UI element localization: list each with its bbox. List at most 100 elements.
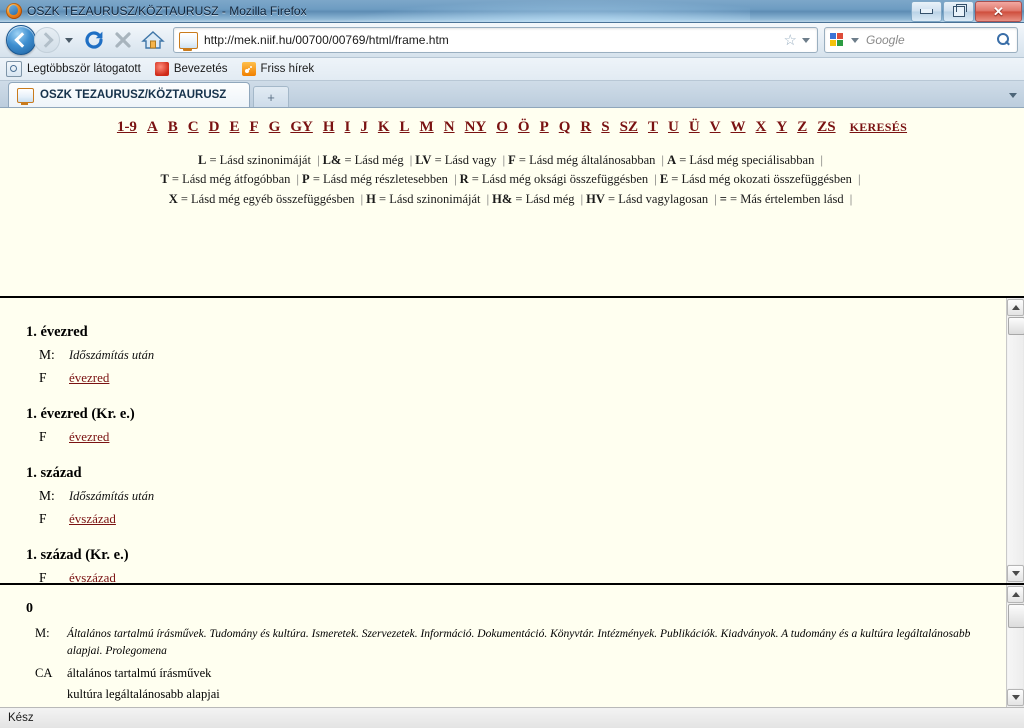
minimize-button[interactable]: [911, 1, 942, 22]
nav-letter-ny[interactable]: NY: [465, 119, 487, 135]
legend-separator: |: [409, 153, 413, 167]
nav-letter-t[interactable]: T: [648, 119, 658, 135]
legend-separator: |: [820, 153, 823, 167]
reload-icon: [85, 31, 103, 49]
detail-frame-scrollbar[interactable]: [1006, 585, 1024, 707]
nav-letter-s[interactable]: S: [601, 119, 609, 135]
relation-legend: L = Lásd szinonimáját | L& = Lásd még | LV…: [0, 151, 1024, 209]
nav-letter-1-9[interactable]: 1-9: [117, 119, 137, 135]
legend-separator: |: [486, 191, 490, 206]
nav-letter-sz[interactable]: SZ: [620, 119, 638, 135]
page-content: 1-9 A B C D E F G GY H I J K L M N NY O Ö P Q R S SZ T U Ü V W X Y Z ZS K…: [0, 108, 1024, 707]
relation-value: évszázad: [69, 570, 116, 583]
nav-letter-r[interactable]: R: [580, 119, 591, 135]
term-entry: 1. évezred (Kr. e.) Févezred: [26, 406, 1006, 445]
relation-code: F: [39, 570, 47, 583]
back-button[interactable]: [6, 25, 36, 55]
scrollbar-track[interactable]: [1008, 604, 1024, 688]
relation-code: F: [39, 370, 47, 385]
site-favicon-icon: [179, 31, 198, 51]
nav-letter-o[interactable]: O: [496, 119, 508, 135]
home-button[interactable]: [141, 29, 165, 51]
legend-text: = Lásd még: [512, 191, 578, 206]
search-bar[interactable]: Google: [824, 27, 1018, 53]
nav-letter-h[interactable]: H: [323, 119, 335, 135]
scrollbar-thumb[interactable]: [1008, 604, 1024, 628]
legend-separator: |: [858, 172, 861, 187]
search-input[interactable]: Google: [866, 33, 997, 47]
related-term-link[interactable]: évszázad: [69, 570, 116, 583]
close-button[interactable]: ✕: [975, 1, 1022, 22]
legend-line: L = Lásd szinonimáját | L& = Lásd még | LV…: [0, 151, 1024, 170]
main-frame-scrollbar[interactable]: [1006, 298, 1024, 583]
scroll-down-button[interactable]: [1007, 689, 1024, 706]
nav-letter-i[interactable]: I: [345, 119, 351, 135]
search-icon[interactable]: [997, 33, 1011, 47]
detail-ca-term: általános tartalmú írásművek: [67, 666, 212, 681]
legend-text: = Lásd még átfogóbban: [168, 172, 294, 187]
nav-letter-f[interactable]: F: [250, 119, 259, 135]
nav-letter-q[interactable]: Q: [559, 119, 571, 135]
nav-letter-z[interactable]: Z: [797, 119, 807, 135]
scroll-up-button[interactable]: [1007, 586, 1024, 603]
frame-detail: 0 M: Általános tartalmú írásművek. Tudom…: [0, 585, 1024, 707]
restore-button[interactable]: [943, 1, 974, 22]
address-dropdown-icon[interactable]: [802, 37, 810, 43]
relation-value: évszázad: [69, 511, 116, 527]
search-engine-dropdown-icon[interactable]: [851, 37, 859, 43]
term-heading: 1. század (Kr. e.): [26, 547, 129, 563]
related-term-link[interactable]: évszázad: [69, 511, 116, 526]
address-bar[interactable]: http://mek.niif.hu/00700/00769/html/fram…: [173, 27, 818, 53]
bookmark-getting-started[interactable]: Bevezetés: [154, 62, 228, 76]
nav-letter-zs[interactable]: ZS: [817, 119, 835, 135]
nav-letter-n[interactable]: N: [444, 119, 455, 135]
legend-text: = Lásd még oksági összefüggésben: [468, 172, 652, 187]
nav-letter-x[interactable]: X: [756, 119, 767, 135]
nav-letter-k[interactable]: K: [378, 119, 390, 135]
legend-separator: |: [849, 191, 853, 206]
scrollbar-thumb[interactable]: [1008, 317, 1024, 335]
bookmark-star-icon[interactable]: ☆: [784, 33, 797, 48]
reload-button[interactable]: [83, 29, 105, 51]
nav-letter-gy[interactable]: GY: [290, 119, 313, 135]
term-relation-row: M: Időszámítás után: [26, 488, 1006, 504]
nav-letter-m[interactable]: M: [420, 119, 434, 135]
detail-ca-code: CA: [35, 666, 53, 681]
nav-letter-u[interactable]: U: [668, 119, 679, 135]
nav-letter-e[interactable]: E: [229, 119, 239, 135]
nav-letter-b[interactable]: B: [168, 119, 178, 135]
back-arrow-icon: [14, 32, 30, 48]
nav-letter-c[interactable]: C: [188, 119, 199, 135]
nav-letter-a[interactable]: A: [147, 119, 158, 135]
nav-letter-j[interactable]: J: [360, 119, 368, 135]
scroll-up-button[interactable]: [1007, 299, 1024, 316]
bookmark-latest-headlines[interactable]: Friss hírek: [241, 62, 314, 76]
nav-letter-l[interactable]: L: [400, 119, 410, 135]
new-tab-button[interactable]: +: [253, 86, 289, 107]
nav-letter-w[interactable]: W: [731, 119, 746, 135]
history-dropdown-icon[interactable]: [65, 37, 73, 43]
arrow-up-icon: [1011, 305, 1020, 310]
legend-separator: |: [296, 172, 300, 187]
nav-letter-v[interactable]: V: [710, 119, 721, 135]
nav-letter-ü[interactable]: Ü: [689, 119, 700, 135]
forward-button: [34, 27, 60, 53]
nav-letter-d[interactable]: D: [209, 119, 220, 135]
bookmark-most-visited[interactable]: Legtöbbször látogatott: [6, 61, 141, 77]
nav-letter-ö[interactable]: Ö: [518, 119, 530, 135]
legend-code: H: [366, 191, 376, 206]
list-all-tabs-button[interactable]: [1004, 86, 1022, 104]
scroll-down-button[interactable]: [1007, 565, 1024, 582]
tab-oszk-tezaurusz[interactable]: OSZK TEZAURUSZ/KÖZTAURUSZ: [8, 82, 250, 107]
related-term-link[interactable]: évezred: [69, 429, 109, 444]
nav-search-link[interactable]: KERESÉS: [850, 120, 907, 134]
legend-code: F: [508, 153, 516, 167]
relation-code: M:: [39, 488, 55, 503]
scrollbar-track[interactable]: [1008, 317, 1024, 564]
legend-separator: |: [454, 172, 457, 187]
nav-letter-p[interactable]: P: [540, 119, 549, 135]
nav-letter-g[interactable]: G: [269, 119, 281, 135]
related-term-link[interactable]: évezred: [69, 370, 109, 385]
tab-strip: OSZK TEZAURUSZ/KÖZTAURUSZ +: [0, 81, 1024, 108]
nav-letter-y[interactable]: Y: [776, 119, 787, 135]
